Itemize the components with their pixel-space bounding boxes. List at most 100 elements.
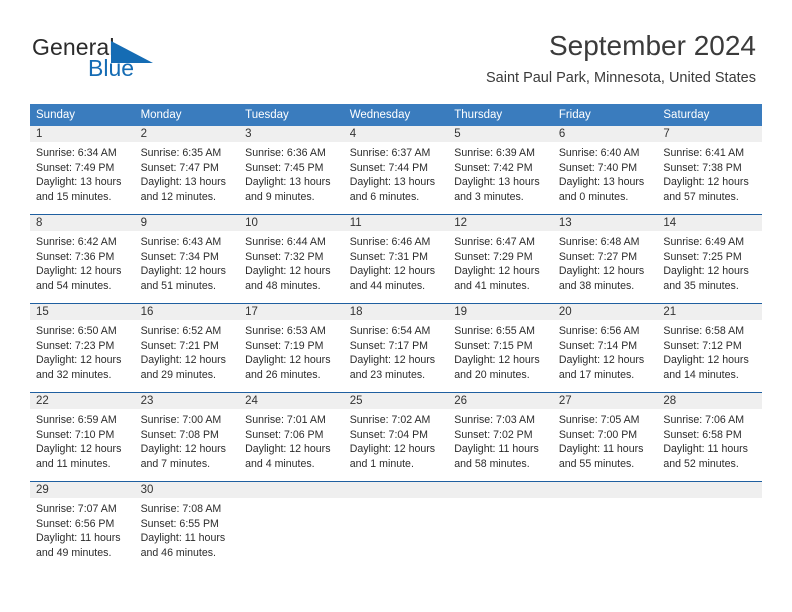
- sunset-time: Sunset: 7:45 PM: [245, 161, 324, 174]
- general-blue-logo[interactable]: General Blue: [32, 36, 212, 88]
- daylight-duration-line1: Daylight: 11 hours: [36, 532, 121, 545]
- daylight-duration-line2: and 26 minutes.: [245, 368, 321, 381]
- daylight-duration-line1: Daylight: 12 hours: [663, 265, 749, 278]
- calendar-day-cell[interactable]: 12 Sunrise: 6:47 AM Sunset: 7:29 PM Dayligh…: [448, 215, 553, 303]
- calendar-day-cell[interactable]: 13 Sunrise: 6:48 AM Sunset: 7:27 PM Dayligh…: [552, 215, 658, 303]
- calendar-day-cell[interactable]: 5 Sunrise: 6:39 AM Sunset: 7:42 PM Daylight…: [448, 126, 553, 214]
- calendar-day-cell-empty: [552, 482, 658, 570]
- daylight-duration-line1: Daylight: 12 hours: [663, 354, 749, 367]
- calendar-day-cell[interactable]: 11 Sunrise: 6:46 AM Sunset: 7:31 PM Dayligh…: [343, 215, 449, 303]
- page-subtitle: Saint Paul Park, Minnesota, United State…: [485, 70, 756, 87]
- sunset-time: Sunset: 7:47 PM: [140, 161, 219, 174]
- calendar-day-cell[interactable]: 7 Sunrise: 6:41 AM Sunset: 7:38 PM Daylight…: [657, 126, 762, 214]
- calendar-day-cell[interactable]: 19 Sunrise: 6:55 AM Sunset: 7:15 PM Dayligh…: [448, 304, 553, 392]
- daylight-duration-line2: and 15 minutes.: [36, 190, 112, 203]
- day-details: Sunrise: 6:58 AM Sunset: 7:12 PM Daylight:…: [657, 320, 762, 383]
- daylight-duration-line1: Daylight: 12 hours: [245, 265, 331, 278]
- day-details: Sunrise: 6:40 AM Sunset: 7:40 PM Daylight:…: [552, 142, 658, 205]
- logo-text-blue: Blue: [88, 55, 135, 81]
- calendar-day-cell[interactable]: 8 Sunrise: 6:42 AM Sunset: 7:36 PM Daylight…: [30, 215, 135, 303]
- calendar-day-cell[interactable]: 30 Sunrise: 7:08 AM Sunset: 6:55 PM Dayligh…: [134, 482, 240, 570]
- sunset-time: Sunset: 6:55 PM: [140, 517, 219, 530]
- sunrise-time: Sunrise: 6:48 AM: [558, 236, 640, 249]
- day-details: [448, 498, 553, 503]
- calendar-day-cell[interactable]: 10 Sunrise: 6:44 AM Sunset: 7:32 PM Dayligh…: [239, 215, 344, 303]
- daylight-duration-line1: Daylight: 12 hours: [558, 265, 645, 278]
- calendar-day-cell-empty: [448, 482, 553, 570]
- weekday-header-friday: Friday: [558, 109, 591, 121]
- calendar-day-cell[interactable]: 14 Sunrise: 6:49 AM Sunset: 7:25 PM Dayligh…: [657, 215, 762, 303]
- daylight-duration-line1: Daylight: 13 hours: [558, 176, 645, 189]
- calendar-day-cell[interactable]: 21 Sunrise: 6:58 AM Sunset: 7:12 PM Dayligh…: [657, 304, 762, 392]
- calendar-day-cell[interactable]: 22 Sunrise: 6:59 AM Sunset: 7:10 PM Dayligh…: [30, 393, 135, 481]
- daylight-duration-line1: Daylight: 12 hours: [454, 354, 540, 367]
- calendar-day-cell[interactable]: 15 Sunrise: 6:50 AM Sunset: 7:23 PM Dayligh…: [30, 304, 135, 392]
- day-number: [239, 482, 344, 499]
- calendar-week-row: 15 Sunrise: 6:50 AM Sunset: 7:23 PM Dayligh…: [30, 303, 762, 392]
- calendar-day-cell[interactable]: 24 Sunrise: 7:01 AM Sunset: 7:06 PM Dayligh…: [239, 393, 344, 481]
- sunrise-time: Sunrise: 6:42 AM: [36, 236, 117, 249]
- calendar-day-cell[interactable]: 6 Sunrise: 6:40 AM Sunset: 7:40 PM Daylight…: [552, 126, 658, 214]
- day-details: Sunrise: 6:36 AM Sunset: 7:45 PM Daylight:…: [239, 142, 344, 205]
- sunset-time: Sunset: 7:36 PM: [36, 250, 115, 263]
- day-number: 2: [134, 126, 240, 143]
- calendar-day-cell[interactable]: 18 Sunrise: 6:54 AM Sunset: 7:17 PM Dayligh…: [343, 304, 449, 392]
- sunrise-time: Sunrise: 7:03 AM: [454, 414, 535, 427]
- day-details: Sunrise: 6:46 AM Sunset: 7:31 PM Daylight:…: [343, 231, 449, 294]
- sunset-time: Sunset: 7:27 PM: [558, 250, 638, 263]
- calendar-day-cell[interactable]: 26 Sunrise: 7:03 AM Sunset: 7:02 PM Dayligh…: [448, 393, 553, 481]
- weekday-header-row: Sunday Monday Tuesday Wednesday Thursday Frid…: [30, 104, 762, 127]
- sunset-time: Sunset: 7:49 PM: [36, 161, 115, 174]
- sunset-time: Sunset: 7:12 PM: [663, 339, 742, 352]
- calendar-day-cell[interactable]: 28 Sunrise: 7:06 AM Sunset: 6:58 PM Dayligh…: [657, 393, 762, 481]
- calendar-day-cell[interactable]: 16 Sunrise: 6:52 AM Sunset: 7:21 PM Dayligh…: [134, 304, 240, 392]
- sunset-time: Sunset: 7:31 PM: [349, 250, 429, 263]
- calendar-day-cell[interactable]: 4 Sunrise: 6:37 AM Sunset: 7:44 PM Daylight…: [343, 126, 449, 214]
- calendar-day-cell[interactable]: 9 Sunrise: 6:43 AM Sunset: 7:34 PM Daylight…: [134, 215, 240, 303]
- daylight-duration-line1: Daylight: 12 hours: [36, 265, 122, 278]
- sunset-time: Sunset: 7:15 PM: [454, 339, 533, 352]
- calendar-day-cell[interactable]: 29 Sunrise: 7:07 AM Sunset: 6:56 PM Dayligh…: [30, 482, 135, 570]
- sunset-time: Sunset: 7:04 PM: [349, 428, 429, 441]
- daylight-duration-line2: and 9 minutes.: [245, 190, 315, 203]
- daylight-duration-line2: and 57 minutes.: [663, 190, 739, 203]
- sunrise-time: Sunrise: 6:46 AM: [349, 236, 431, 249]
- day-number: 14: [657, 215, 762, 232]
- calendar-day-cell[interactable]: 23 Sunrise: 7:00 AM Sunset: 7:08 PM Dayligh…: [134, 393, 240, 481]
- sunset-time: Sunset: 7:17 PM: [349, 339, 429, 352]
- day-number: 24: [239, 393, 344, 410]
- day-details: [552, 498, 658, 503]
- sunrise-time: Sunrise: 6:59 AM: [36, 414, 117, 427]
- weekday-header-wednesday: Wednesday: [349, 109, 411, 121]
- calendar-day-cell[interactable]: 2 Sunrise: 6:35 AM Sunset: 7:47 PM Daylight…: [134, 126, 240, 214]
- day-number: [552, 482, 658, 499]
- sunrise-time: Sunrise: 6:52 AM: [140, 325, 222, 338]
- daylight-duration-line1: Daylight: 12 hours: [558, 354, 645, 367]
- calendar-day-cell[interactable]: 17 Sunrise: 6:53 AM Sunset: 7:19 PM Dayligh…: [239, 304, 344, 392]
- sunrise-time: Sunrise: 7:02 AM: [349, 414, 431, 427]
- calendar-day-cell[interactable]: 3 Sunrise: 6:36 AM Sunset: 7:45 PM Daylight…: [239, 126, 344, 214]
- daylight-duration-line1: Daylight: 12 hours: [349, 265, 436, 278]
- calendar-day-cell[interactable]: 20 Sunrise: 6:56 AM Sunset: 7:14 PM Dayligh…: [552, 304, 658, 392]
- day-details: [657, 498, 762, 503]
- daylight-duration-line1: Daylight: 13 hours: [245, 176, 331, 189]
- calendar-day-cell[interactable]: 25 Sunrise: 7:02 AM Sunset: 7:04 PM Dayligh…: [343, 393, 449, 481]
- calendar-day-cell[interactable]: 27 Sunrise: 7:05 AM Sunset: 7:00 PM Dayligh…: [552, 393, 658, 481]
- sunset-time: Sunset: 7:34 PM: [140, 250, 219, 263]
- day-number: [343, 482, 449, 499]
- daylight-duration-line1: Daylight: 11 hours: [558, 443, 644, 456]
- page-title: September 2024: [548, 30, 756, 61]
- daylight-duration-line1: Daylight: 13 hours: [140, 176, 226, 189]
- calendar-day-cell[interactable]: 1 Sunrise: 6:34 AM Sunset: 7:49 PM Daylight…: [30, 126, 135, 214]
- daylight-duration-line2: and 51 minutes.: [140, 279, 216, 292]
- day-details: Sunrise: 6:35 AM Sunset: 7:47 PM Daylight:…: [134, 142, 240, 205]
- sunset-time: Sunset: 6:58 PM: [663, 428, 742, 441]
- sunrise-time: Sunrise: 6:34 AM: [36, 147, 117, 160]
- day-number: 25: [343, 393, 449, 410]
- daylight-duration-line1: Daylight: 12 hours: [140, 443, 226, 456]
- sunrise-time: Sunrise: 6:43 AM: [140, 236, 222, 249]
- calendar-day-cell-empty: [343, 482, 449, 570]
- sunset-time: Sunset: 7:32 PM: [245, 250, 324, 263]
- daylight-duration-line2: and 14 minutes.: [663, 368, 739, 381]
- day-number: 8: [30, 215, 135, 232]
